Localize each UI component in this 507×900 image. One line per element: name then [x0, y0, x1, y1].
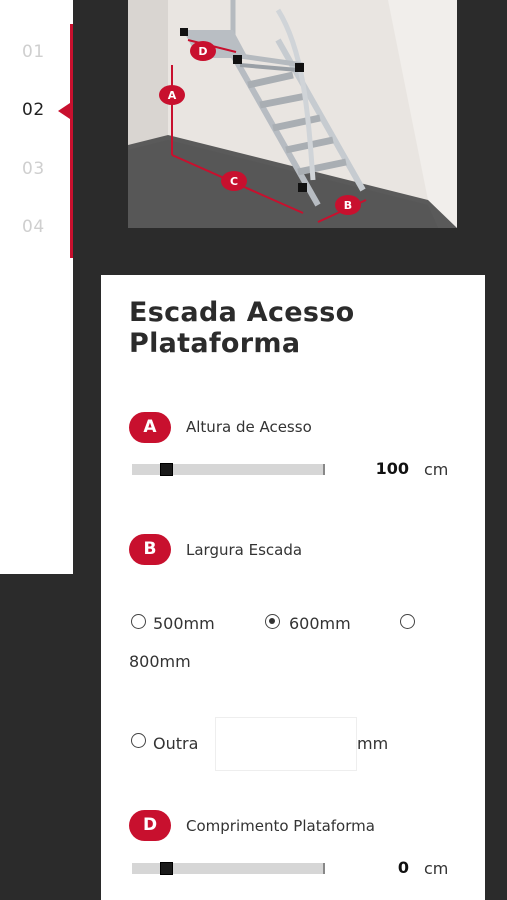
access-height-unit: cm — [424, 460, 449, 479]
step-02[interactable]: 02 — [22, 100, 45, 120]
platform-length-unit: cm — [424, 859, 449, 878]
platform-length-slider-handle[interactable] — [160, 862, 173, 875]
badge-d: D — [129, 810, 171, 841]
stair-illustration: A B C D — [128, 0, 457, 228]
page-title-line1: Escada Acesso — [129, 297, 355, 328]
marker-b-text: B — [344, 199, 352, 212]
marker-d-text: D — [198, 45, 207, 58]
access-height-slider[interactable] — [132, 463, 325, 476]
width-600-radio[interactable] — [265, 614, 280, 629]
stair-width-label: Largura Escada — [186, 541, 303, 559]
stair-diagram: A B C D — [128, 0, 457, 228]
access-height-slider-handle[interactable] — [160, 463, 173, 476]
platform-length-slider[interactable] — [132, 862, 325, 875]
step-progress-line — [70, 24, 73, 258]
platform-length-label: Comprimento Plataforma — [186, 817, 375, 835]
step-04[interactable]: 04 — [22, 217, 45, 237]
page-title: Escada Acesso Plataforma — [129, 297, 459, 359]
active-step-arrow-icon — [58, 103, 70, 119]
marker-a-text: A — [168, 89, 177, 102]
step-navigator: 01 02 03 04 — [0, 0, 73, 574]
page-title-line2: Plataforma — [129, 328, 301, 359]
width-500-label[interactable]: 500mm — [153, 614, 215, 633]
width-500-radio[interactable] — [131, 614, 146, 629]
step-03[interactable]: 03 — [22, 159, 45, 179]
width-other-label[interactable]: Outra — [153, 734, 198, 753]
step-01[interactable]: 01 — [22, 42, 45, 62]
badge-a: A — [129, 412, 171, 443]
badge-b: B — [129, 534, 171, 565]
configuration-card: Escada Acesso Plataforma A Altura de Ace… — [101, 275, 485, 900]
platform-length-value: 0 — [397, 858, 409, 877]
width-other-input[interactable] — [215, 717, 357, 771]
width-other-radio[interactable] — [131, 733, 146, 748]
width-other-unit: mm — [357, 734, 389, 753]
access-height-label: Altura de Acesso — [186, 418, 312, 436]
access-height-value: 100 — [375, 459, 409, 478]
marker-c-text: C — [230, 175, 238, 188]
width-600-label[interactable]: 600mm — [289, 614, 351, 633]
width-800-radio[interactable] — [400, 614, 415, 629]
width-800-label[interactable]: 800mm — [129, 652, 191, 671]
